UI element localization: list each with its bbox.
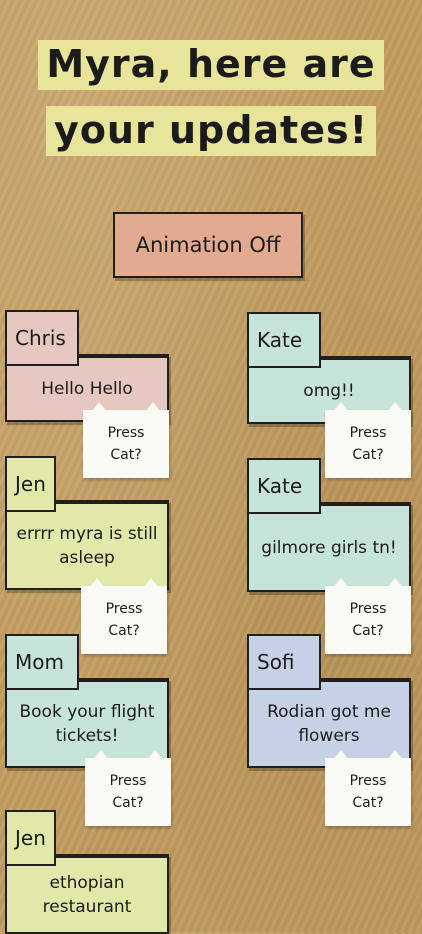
sender-tag: Kate <box>247 458 321 514</box>
update-card-jen-2: Jen ethopian restaurant <box>5 810 169 934</box>
press-cat-button[interactable]: Press Cat? <box>81 578 167 654</box>
cat-ear-icon <box>387 750 403 760</box>
page-title: Myra, here are your updates! <box>0 40 422 156</box>
cat-ear-icon <box>333 578 349 588</box>
cat-ear-icon <box>387 578 403 588</box>
update-card-kate-2: Kate gilmore girls tn! Press Cat? <box>247 458 411 658</box>
sender-tag: Sofi <box>247 634 321 690</box>
sender-tag: Jen <box>5 456 56 512</box>
update-card-jen: Jen errrr myra is still asleep Press Cat? <box>5 456 169 656</box>
cat-ear-icon <box>333 750 349 760</box>
message-note: Book your flight tickets! <box>5 678 169 768</box>
message-note: errrr myra is still asleep <box>5 500 169 590</box>
press-cat-button[interactable]: Press Cat? <box>325 578 411 654</box>
update-card-mom: Mom Book your flight tickets! Press Cat? <box>5 634 171 834</box>
cat-ear-icon <box>145 402 161 412</box>
cat-ear-icon <box>387 402 403 412</box>
cat-ear-icon <box>147 750 163 760</box>
sender-tag: Jen <box>5 810 56 866</box>
press-cat-button[interactable]: Press Cat? <box>83 402 169 478</box>
cat-ear-icon <box>91 402 107 412</box>
press-cat-button[interactable]: Press Cat? <box>85 750 171 826</box>
sender-tag: Mom <box>5 634 79 690</box>
title-line-2: your updates! <box>46 106 376 156</box>
update-card-sofi: Sofi Rodian got me flowers Press Cat? <box>247 634 411 834</box>
cat-ear-icon <box>143 578 159 588</box>
title-line-1: Myra, here are <box>38 40 384 90</box>
sender-tag: Chris <box>5 310 79 366</box>
sender-tag: Kate <box>247 312 321 368</box>
update-card-kate: Kate omg!! Press Cat? <box>247 312 411 482</box>
animation-toggle-button[interactable]: Animation Off <box>113 212 303 278</box>
cat-ear-icon <box>93 750 109 760</box>
cat-ear-icon <box>89 578 105 588</box>
press-cat-button[interactable]: Press Cat? <box>325 750 411 826</box>
press-cat-button[interactable]: Press Cat? <box>325 402 411 478</box>
message-note: ethopian restaurant <box>5 854 169 934</box>
cat-ear-icon <box>333 402 349 412</box>
update-card-chris: Chris Hello Hello Press Cat? <box>5 310 169 480</box>
